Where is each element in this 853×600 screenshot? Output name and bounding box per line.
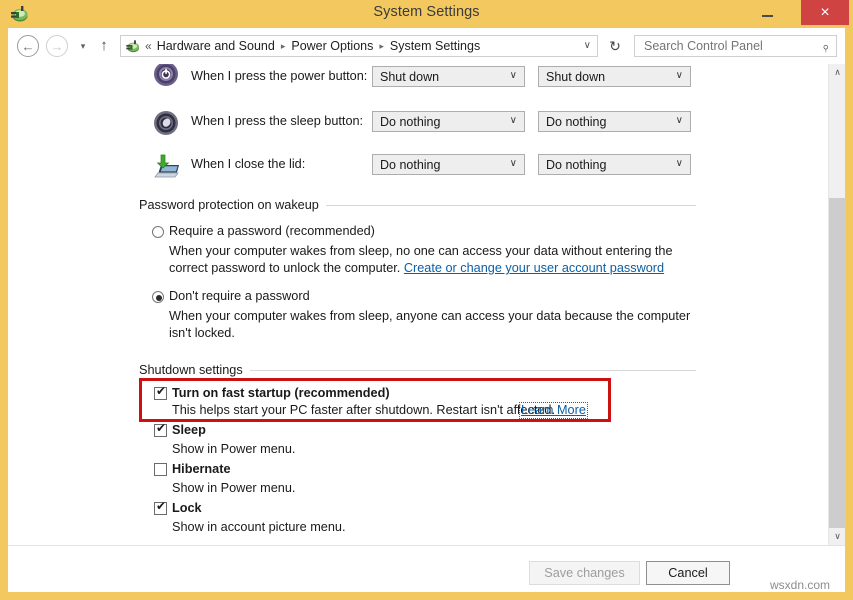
shutdown-settings-title: Shutdown settings	[139, 363, 243, 377]
close-button[interactable]: ×	[801, 0, 849, 25]
forward-arrow-icon: →	[51, 39, 64, 54]
checkbox-description-lock: Show in account picture menu.	[172, 520, 346, 534]
chevron-down-icon: ∨	[676, 70, 683, 81]
group-divider	[250, 370, 696, 371]
checkbox-label-sleep: Sleep	[172, 423, 206, 437]
password-protection-group-header: Password protection on wakeup	[139, 198, 696, 212]
chevron-down-icon: ∨	[676, 115, 683, 126]
refresh-button[interactable]: ↻	[604, 35, 626, 57]
breadcrumb-separator-icon: ▸	[281, 41, 286, 52]
vertical-scrollbar[interactable]: ∧ ∨	[828, 64, 845, 545]
address-bar[interactable]: « Hardware and Sound ▸ Power Options ▸ S…	[120, 35, 598, 57]
search-icon[interactable]: ⌕	[817, 39, 833, 55]
scroll-up-button[interactable]: ∧	[829, 64, 846, 81]
radio-description-require-password: When your computer wakes from sleep, no …	[169, 243, 699, 277]
group-divider	[326, 205, 696, 206]
select-value: Do nothing	[546, 158, 606, 172]
close-icon: ×	[820, 5, 829, 21]
close-lid-on-battery-select[interactable]: Do nothing ∨	[372, 154, 525, 175]
scrollbar-thumb[interactable]	[829, 198, 846, 528]
checkbox-box[interactable]: ✔	[154, 387, 167, 400]
select-value: Do nothing	[546, 115, 606, 129]
recent-locations-button[interactable]: ▾	[76, 41, 90, 51]
breadcrumb-power-options[interactable]: Power Options	[291, 39, 373, 53]
chevron-down-icon: ∨	[510, 158, 517, 169]
up-one-level-button[interactable]: ↑	[96, 37, 112, 55]
sleep-button-plugged-in-select[interactable]: Do nothing ∨	[538, 111, 691, 132]
power-button-plugged-in-select[interactable]: Shut down ∨	[538, 66, 691, 87]
window-title: System Settings	[0, 4, 853, 20]
learn-more-link[interactable]: Learn More	[519, 402, 588, 419]
navigation-bar: ← → ▾ ↑ « Hardware and Sound ▸ P	[8, 28, 845, 64]
chevron-down-icon: ∨	[676, 158, 683, 169]
close-lid-icon	[152, 152, 180, 180]
password-protection-title: Password protection on wakeup	[139, 198, 319, 212]
setting-row-sleep-button: When I press the sleep button: Do nothin…	[8, 109, 708, 143]
checkbox-label-lock: Lock	[172, 501, 202, 515]
forward-button[interactable]: →	[46, 35, 68, 57]
breadcrumb-hardware-and-sound[interactable]: Hardware and Sound	[157, 39, 275, 53]
radio-description-dont-require-password: When your computer wakes from sleep, any…	[169, 308, 699, 342]
minimize-button[interactable]	[746, 0, 788, 25]
address-power-options-icon	[124, 38, 141, 55]
power-button-on-battery-select[interactable]: Shut down ∨	[372, 66, 525, 87]
minimize-icon	[762, 15, 773, 17]
checkbox-box[interactable]: ✔	[154, 502, 167, 515]
power-button-icon	[152, 64, 180, 88]
check-icon: ✔	[156, 422, 166, 435]
checkbox-description-fast-startup: This helps start your PC faster after sh…	[172, 403, 555, 417]
radio-label-require-password: Require a password (recommended)	[169, 224, 375, 238]
checkbox-label-hibernate: Hibernate	[172, 462, 231, 476]
checkbox-box[interactable]: ✔	[154, 424, 167, 437]
shutdown-settings-group-header: Shutdown settings	[139, 363, 696, 377]
chevron-down-icon: ∨	[510, 115, 517, 126]
chevron-up-icon: ∧	[834, 67, 841, 78]
dialog-footer: Save changes Cancel	[8, 545, 845, 592]
cancel-button[interactable]: Cancel	[646, 561, 730, 585]
setting-label-power-button: When I press the power button:	[191, 69, 367, 83]
back-button[interactable]: ←	[17, 35, 39, 57]
close-lid-plugged-in-select[interactable]: Do nothing ∨	[538, 154, 691, 175]
check-icon: ✔	[156, 500, 166, 513]
check-icon: ✔	[156, 385, 166, 398]
settings-content-pane: When I press the power button: Shut down…	[8, 64, 828, 545]
radio-label-dont-require-password: Don't require a password	[169, 289, 310, 303]
select-value: Shut down	[380, 70, 439, 84]
chevron-down-icon[interactable]: ∨	[584, 40, 591, 51]
create-or-change-password-link[interactable]: Create or change your user account passw…	[404, 261, 664, 275]
title-bar: System Settings ×	[0, 0, 853, 28]
search-box[interactable]: ⌕	[634, 35, 837, 57]
system-settings-window: System Settings × ← → ▾ ↑	[0, 0, 853, 600]
setting-row-close-lid: When I close the lid: Do nothing ∨ Do no…	[8, 152, 708, 186]
refresh-icon: ↻	[609, 38, 621, 55]
scroll-down-button[interactable]: ∨	[829, 528, 846, 545]
breadcrumb-system-settings[interactable]: System Settings	[390, 39, 480, 53]
save-changes-button[interactable]: Save changes	[529, 561, 640, 585]
watermark: wsxdn.com	[770, 578, 830, 592]
radio-dot	[156, 295, 162, 301]
radio-button-unselected-icon[interactable]	[152, 226, 164, 238]
setting-row-power-button: When I press the power button: Shut down…	[8, 64, 708, 98]
breadcrumb-overflow-icon[interactable]: «	[145, 39, 152, 53]
chevron-down-icon: ∨	[834, 531, 841, 542]
sleep-button-icon	[152, 109, 180, 137]
chevron-down-icon: ∨	[510, 70, 517, 81]
back-arrow-icon: ←	[22, 39, 35, 54]
checkbox-label-fast-startup: Turn on fast startup (recommended)	[172, 386, 390, 400]
search-input[interactable]	[642, 38, 807, 54]
breadcrumb-separator-icon: ▸	[379, 41, 384, 52]
select-value: Do nothing	[380, 158, 440, 172]
select-value: Shut down	[546, 70, 605, 84]
setting-label-close-lid: When I close the lid:	[191, 157, 305, 171]
checkbox-description-hibernate: Show in Power menu.	[172, 481, 295, 495]
setting-label-sleep-button: When I press the sleep button:	[191, 114, 363, 128]
select-value: Do nothing	[380, 115, 440, 129]
radio-button-selected-icon[interactable]	[152, 291, 164, 303]
sleep-button-on-battery-select[interactable]: Do nothing ∨	[372, 111, 525, 132]
checkbox-description-sleep: Show in Power menu.	[172, 442, 295, 456]
checkbox-box[interactable]	[154, 463, 167, 476]
